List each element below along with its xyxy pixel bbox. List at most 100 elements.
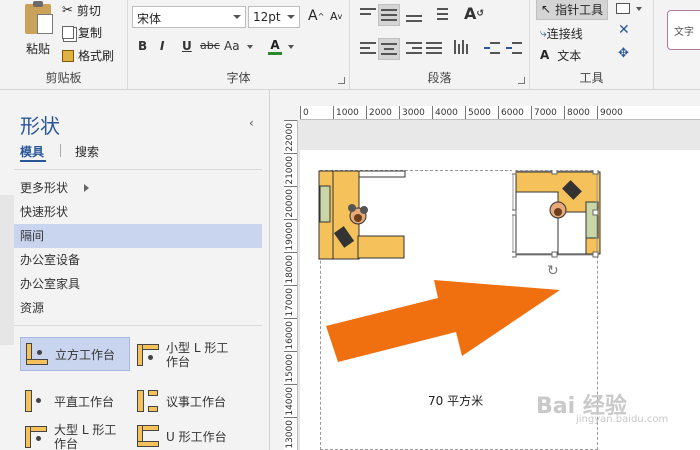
cube-workstation-shape[interactable] bbox=[318, 170, 406, 260]
align-right-button[interactable] bbox=[406, 42, 424, 56]
paste-label: 粘贴 bbox=[25, 42, 50, 56]
menu-cubicles[interactable]: 隔间 bbox=[14, 224, 262, 248]
stencil-small-l-workstation[interactable]: 小型 L 形工 作台 bbox=[136, 336, 246, 374]
strikethrough-button[interactable]: abc bbox=[200, 39, 220, 52]
rectangle-dropdown-icon bbox=[636, 7, 642, 11]
stencil-label: 大型 L 形工 作台 bbox=[54, 423, 117, 450]
cut-button[interactable]: ✂ 剪切 bbox=[62, 2, 101, 19]
shape-style-label: 文字 bbox=[674, 27, 694, 38]
stencil-straight-workstation[interactable]: 平直工作台 bbox=[24, 388, 134, 414]
align-middle-button[interactable] bbox=[378, 4, 400, 26]
font-color-dropdown-icon bbox=[288, 45, 294, 49]
collapse-pane-icon[interactable]: ‹ bbox=[249, 116, 254, 130]
font-group-label: 字体 bbox=[226, 71, 251, 85]
change-case-button[interactable]: Aa bbox=[224, 39, 240, 53]
align-bottom-button[interactable] bbox=[406, 10, 424, 24]
decrease-indent-button[interactable] bbox=[484, 42, 502, 56]
text-tool-label: 文本 bbox=[557, 48, 582, 63]
rectangle-tool-button[interactable] bbox=[616, 3, 630, 14]
tools-group: ↖ 指针工具 ⤷ 连接线 ✕ A 文本 ✥ 工具 bbox=[530, 0, 654, 90]
bullets-button[interactable] bbox=[432, 8, 450, 22]
connector-tool-button[interactable]: ⤷ 连接线 bbox=[536, 22, 587, 44]
ruler-tick: 16000 bbox=[284, 318, 297, 350]
ruler-tick: 4000 bbox=[432, 106, 458, 119]
grow-font-button[interactable]: A ^ bbox=[308, 8, 324, 24]
bullets-icon bbox=[432, 8, 448, 20]
ribbon: 粘贴 ✂ 剪切 复制 格式刷 剪贴板 宋体 12pt A ^ Av B I U … bbox=[0, 0, 700, 90]
stencil-label: 小型 L 形工 作台 bbox=[166, 341, 229, 369]
pane-divider bbox=[14, 169, 262, 170]
stencil-label: 议事工作台 bbox=[166, 394, 227, 409]
italic-button[interactable]: I bbox=[160, 39, 164, 53]
ruler-tick: 13000 bbox=[284, 417, 297, 449]
text-direction-button[interactable]: A ↺ bbox=[464, 4, 484, 23]
ruler-tick: 18000 bbox=[284, 252, 297, 284]
menu-item-label: 办公室设备 bbox=[20, 253, 81, 267]
increase-indent-icon bbox=[506, 42, 522, 54]
format-painter-button[interactable]: 格式刷 bbox=[62, 47, 114, 64]
font-name-select[interactable]: 宋体 bbox=[132, 6, 246, 28]
align-top-button[interactable] bbox=[360, 8, 378, 22]
distribute-button[interactable] bbox=[454, 40, 472, 54]
large-l-workstation-icon bbox=[24, 425, 48, 449]
menu-quick-shapes[interactable]: 快速形状 bbox=[14, 200, 262, 224]
pointer-tool-button[interactable]: ↖ 指针工具 bbox=[536, 0, 609, 20]
stencil-cube-workstation[interactable]: 立方工作台 bbox=[20, 337, 130, 371]
copy-button[interactable]: 复制 bbox=[62, 24, 102, 41]
underline-button[interactable]: U bbox=[182, 39, 192, 53]
font-color-button[interactable]: A bbox=[268, 38, 282, 55]
font-dialog-launcher-icon[interactable] bbox=[338, 77, 345, 84]
text-tool-button[interactable]: A 文本 bbox=[536, 44, 585, 66]
ruler-tick-label: 13000 bbox=[285, 420, 295, 449]
ruler-tick: 1000 bbox=[333, 106, 359, 119]
font-size-select[interactable]: 12pt bbox=[248, 6, 300, 28]
clipboard-group-label: 剪贴板 bbox=[45, 71, 82, 85]
ruler-tick-label: 17000 bbox=[285, 288, 295, 317]
bold-button[interactable]: B bbox=[138, 39, 147, 53]
pointer-tool-label: 指针工具 bbox=[555, 2, 604, 17]
align-center-button[interactable] bbox=[378, 38, 400, 60]
menu-resources[interactable]: 资源 bbox=[14, 296, 262, 320]
justify-button[interactable] bbox=[426, 42, 444, 56]
menu-more-shapes[interactable]: 更多形状 bbox=[14, 176, 262, 200]
menu-office-equipment[interactable]: 办公室设备 bbox=[14, 248, 262, 272]
paste-button[interactable]: 粘贴 bbox=[18, 1, 58, 57]
watermark-url: jingyan.baidu.com bbox=[576, 414, 669, 425]
align-left-button[interactable] bbox=[360, 42, 378, 56]
ruler-tick: 2000 bbox=[366, 106, 392, 119]
align-bottom-icon bbox=[406, 10, 422, 22]
ruler-tick-label: 21000 bbox=[285, 156, 295, 185]
chevron-down-icon bbox=[287, 15, 295, 19]
arrow-shape[interactable] bbox=[326, 278, 566, 362]
ruler-tick: 20000 bbox=[284, 186, 297, 218]
increase-indent-button[interactable] bbox=[506, 42, 524, 56]
justify-icon bbox=[426, 42, 442, 54]
menu-item-label: 更多形状 bbox=[20, 181, 69, 195]
stencil-u-workstation[interactable]: U 形工作台 bbox=[136, 422, 246, 450]
paragraph-group-label: 段落 bbox=[427, 71, 452, 85]
cut-label: 剪切 bbox=[76, 4, 101, 18]
close-icon[interactable]: ✕ bbox=[618, 22, 630, 38]
ruler-corner bbox=[270, 90, 300, 118]
font-size-value: 12pt bbox=[253, 10, 281, 24]
paintbrush-icon bbox=[62, 49, 74, 62]
stencil-large-l-workstation[interactable]: 大型 L 形工 作台 bbox=[24, 420, 134, 450]
u-workstation-icon bbox=[136, 424, 160, 448]
shrink-font-button[interactable]: Av bbox=[330, 10, 342, 23]
tab-search[interactable]: 搜索 bbox=[75, 143, 99, 160]
stencil-meeting-workstation[interactable]: 议事工作台 bbox=[136, 388, 246, 414]
connection-point-icon[interactable]: ✥ bbox=[618, 46, 629, 61]
stencil-label: U 形工作台 bbox=[166, 429, 227, 444]
paragraph-dialog-launcher-icon[interactable] bbox=[518, 77, 525, 84]
shape-style-preview[interactable]: 文字 bbox=[667, 10, 700, 50]
cube-workstation-shape-selected[interactable] bbox=[512, 170, 602, 260]
decrease-indent-icon bbox=[484, 42, 500, 54]
align-left-icon bbox=[360, 42, 376, 54]
rotate-handle-icon[interactable]: ↻ bbox=[547, 263, 559, 279]
paragraph-group: A ↺ 段落 bbox=[350, 0, 530, 90]
menu-office-furniture[interactable]: 办公室家具 bbox=[14, 272, 262, 296]
distribute-icon bbox=[454, 40, 472, 54]
font-color-swatch bbox=[268, 52, 282, 55]
area-label[interactable]: 70 平方米 bbox=[428, 392, 483, 409]
tab-stencils[interactable]: 模具 bbox=[20, 143, 44, 160]
